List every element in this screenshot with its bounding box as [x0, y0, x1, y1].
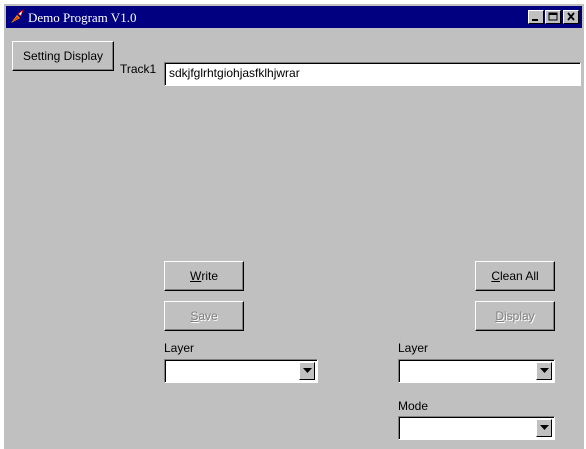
window-title: Demo Program V1.0 [28, 10, 137, 25]
maximize-icon [548, 12, 558, 21]
write-button[interactable]: Write [164, 261, 244, 291]
chevron-down-icon [303, 368, 312, 373]
mode-dropdown-arrow[interactable] [536, 419, 552, 437]
setting-display-label: Setting Display [22, 49, 104, 63]
setting-display-button[interactable]: Setting Display [12, 41, 114, 71]
write-mnemonic: W [190, 269, 202, 283]
track1-value: sdkjfglrhtgiohjasfklhjwrar [169, 66, 300, 80]
chevron-down-icon [540, 368, 549, 373]
save-mnemonic: S [190, 309, 199, 323]
track1-label: Track1 [120, 62, 157, 76]
display-button[interactable]: Display [475, 301, 555, 331]
save-label-rest: ave [198, 309, 218, 323]
write-label-rest: rite [201, 269, 218, 283]
save-button[interactable]: Save [164, 301, 244, 331]
clean-all-mnemonic: C [491, 269, 500, 283]
mode-dropdown[interactable] [398, 416, 555, 440]
flame-rocket-icon[interactable] [9, 8, 25, 25]
close-button[interactable] [563, 10, 579, 24]
title-bar[interactable]: Demo Program V1.0 [6, 6, 582, 28]
chevron-down-icon [540, 425, 549, 430]
mode-label: Mode [398, 399, 429, 413]
clean-all-label-rest: lean All [499, 269, 539, 283]
left-layer-label: Layer [164, 341, 195, 355]
right-layer-label: Layer [398, 341, 429, 355]
left-layer-dropdown-arrow[interactable] [299, 362, 315, 380]
minimize-button[interactable] [528, 10, 544, 24]
minimize-icon [532, 19, 538, 21]
track1-input[interactable]: sdkjfglrhtgiohjasfklhjwrar [164, 62, 581, 86]
display-mnemonic: D [495, 309, 504, 323]
left-layer-dropdown[interactable] [164, 359, 318, 383]
display-label-rest: isplay [503, 309, 535, 323]
maximize-button[interactable] [545, 10, 561, 24]
clean-all-button[interactable]: Clean All [475, 261, 555, 291]
main-window: Demo Program V1.0 Setting Display Track1… [4, 4, 584, 449]
right-layer-dropdown-arrow[interactable] [536, 362, 552, 380]
close-icon [567, 12, 575, 21]
right-layer-dropdown[interactable] [398, 359, 555, 383]
